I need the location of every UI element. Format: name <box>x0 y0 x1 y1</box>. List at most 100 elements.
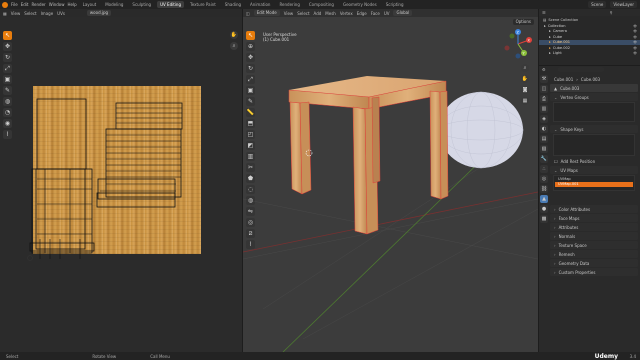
collapsed-panel[interactable]: › Remesh <box>550 250 638 258</box>
tool-tab-icon[interactable]: ⚒ <box>540 75 548 83</box>
menu-window[interactable]: Window <box>49 2 65 7</box>
object-tab-icon[interactable]: ▧ <box>540 145 548 153</box>
chevron-right-icon: › <box>554 251 556 257</box>
grid-floor <box>243 158 538 340</box>
uv-map-item[interactable]: UVMap.001 <box>555 182 633 187</box>
tab-sculpting[interactable]: Sculpting <box>129 1 154 8</box>
menu-edit[interactable]: Edit <box>21 2 29 7</box>
material-tab-icon[interactable]: ● <box>540 205 548 213</box>
particles-tab-icon[interactable]: ∴ <box>540 165 548 173</box>
tab-texture-paint[interactable]: Texture Paint <box>187 1 219 8</box>
outliner-item-label: Collection <box>547 23 566 28</box>
collapsed-panel-label: Attributes <box>558 224 579 230</box>
object-type-icon: ▸ <box>549 51 551 56</box>
status-bar: Select Rotate View Call Menu Udemy 3.4 <box>0 352 640 360</box>
collapsed-panel[interactable]: › Geometry Data <box>550 259 638 267</box>
uv-sphere[interactable] <box>438 91 524 169</box>
blender-logo[interactable] <box>2 1 8 8</box>
properties-search[interactable] <box>557 67 604 72</box>
collapsed-panel[interactable]: › Texture Space <box>550 241 638 249</box>
tab-layout[interactable]: Layout <box>80 1 100 8</box>
visibility-eye-icon[interactable]: 👁 <box>633 35 637 39</box>
mesh-data-field[interactable]: ▲ Cube.003 <box>550 84 638 92</box>
visibility-eye-icon[interactable]: 👁 <box>633 29 637 33</box>
uv-map-label: UVMap <box>558 177 571 181</box>
outliner-item[interactable]: ▸ Light 👁 <box>539 51 640 57</box>
render-tab-icon[interactable]: ◫ <box>540 85 548 93</box>
physics-tab-icon[interactable]: ◎ <box>540 175 548 183</box>
outliner-type-icon[interactable]: ☰ <box>542 10 546 15</box>
y-axis-line <box>282 148 494 352</box>
breadcrumb-sep: › <box>576 76 578 82</box>
visibility-eye-icon[interactable]: 👁 <box>633 46 637 50</box>
menu-help[interactable]: Help <box>67 2 76 7</box>
collapsed-panel[interactable]: › Color Attributes <box>550 205 638 213</box>
x-axis-line <box>243 191 538 253</box>
checkbox-icon[interactable]: ☐ <box>554 159 558 164</box>
tab-rendering[interactable]: Rendering <box>276 1 302 8</box>
outliner-item-label: Light <box>552 51 562 56</box>
uv-map-label: UVMap.001 <box>558 182 579 186</box>
modifier-tab-icon[interactable]: 🔧 <box>540 155 548 163</box>
tab-animation[interactable]: Animation <box>247 1 273 8</box>
outliner-filter-icon[interactable]: ⚲ <box>610 10 613 15</box>
data-tab-icon[interactable]: ▲ <box>540 195 548 203</box>
object-type-icon: ▸ <box>549 40 551 45</box>
tab-geometry-nodes[interactable]: Geometry Nodes <box>340 1 380 8</box>
add-rest-position-checkbox[interactable]: ☐ Add Rest Position <box>550 157 638 165</box>
tab-uv-editing[interactable]: UV Editing <box>157 1 184 8</box>
chevron-right-icon: › <box>554 215 556 221</box>
uv-maps-panel[interactable]: ⌄ UV Maps <box>550 166 638 174</box>
breadcrumb-object: Cube.001 <box>554 76 574 82</box>
view-layer-selector[interactable]: ViewLayer <box>610 1 637 8</box>
properties-type-icon[interactable]: ⚙ <box>542 67 546 72</box>
vertex-groups-list[interactable] <box>553 102 635 122</box>
output-tab-icon[interactable]: ⎙ <box>540 95 548 103</box>
tab-shading[interactable]: Shading <box>222 1 244 8</box>
properties-tabs: ⚒ ◫ ⎙ ▥ ◈ ◐ ▤ ▧ 🔧 ∴ ◎ ⛓ ▲ ● ▩ <box>540 75 549 225</box>
chevron-right-icon: › <box>554 260 556 266</box>
3d-viewport[interactable]: ◫ Edit Mode View Select Add Mesh Vertex … <box>243 9 538 352</box>
shape-keys-label: Shape Keys <box>560 126 584 132</box>
texture-tab-icon[interactable]: ▩ <box>540 215 548 223</box>
constraints-tab-icon[interactable]: ⛓ <box>540 185 548 193</box>
tab-modeling[interactable]: Modeling <box>102 1 126 8</box>
table-mesh[interactable] <box>288 76 449 235</box>
tab-compositing[interactable]: Compositing <box>306 1 337 8</box>
shape-keys-list[interactable] <box>553 134 635 156</box>
collapsed-panel[interactable]: › Face Maps <box>550 214 638 222</box>
chevron-down-icon: ⌄ <box>554 167 558 173</box>
vertex-groups-panel[interactable]: ⌄ Vertex Groups <box>550 93 638 101</box>
collection-icon: ▤ <box>543 17 547 22</box>
scene-selector[interactable]: Scene <box>588 1 607 8</box>
properties-editor[interactable]: ⚙ ⚒ ◫ ⎙ ▥ ◈ ◐ ▤ ▧ 🔧 ∴ ◎ ⛓ ▲ ● ▩ Cube.001… <box>539 66 640 352</box>
world-tab-icon[interactable]: ◐ <box>540 125 548 133</box>
tab-scripting[interactable]: Scripting <box>383 1 407 8</box>
collection-tab-icon[interactable]: ▤ <box>540 135 548 143</box>
outliner-item-label: Cube.002 <box>552 45 571 50</box>
collapsed-panel[interactable]: › Attributes <box>550 223 638 231</box>
menu-render[interactable]: Render <box>31 2 45 7</box>
status-select: Select <box>6 353 19 359</box>
collapsed-panel-label: Geometry Data <box>558 260 590 266</box>
scene-3d[interactable] <box>243 9 538 352</box>
collapsed-panels: › Color Attributes › Face Maps › Attributes › N… <box>550 205 638 276</box>
scene-tab-icon[interactable]: ◈ <box>540 115 548 123</box>
uv-editor[interactable]: ▦ View Select Image UVs wood.jpg ↖ ✥ ↻ ⤢… <box>0 9 242 352</box>
collapsed-panel[interactable]: › Normals <box>550 232 638 240</box>
menu-file[interactable]: File <box>11 2 18 7</box>
uv-islands[interactable] <box>0 9 242 352</box>
chevron-down-icon: ⌄ <box>554 126 558 132</box>
visibility-eye-icon[interactable]: 👁 <box>633 24 637 28</box>
view-layer-tab-icon[interactable]: ▥ <box>540 105 548 113</box>
outliner[interactable]: ☰ ⚲ ▤ Scene Collection ▸ Collection 👁 ▸ Came… <box>539 9 640 65</box>
visibility-eye-icon[interactable]: 👁 <box>633 40 637 44</box>
outliner-root[interactable]: ▤ Scene Collection <box>539 17 640 23</box>
object-type-icon: ▸ <box>549 45 551 50</box>
uv-maps-list[interactable]: UVMap UVMap.001 <box>553 175 635 191</box>
collapsed-panel[interactable]: › Custom Properties <box>550 268 638 276</box>
visibility-eye-icon[interactable]: 👁 <box>633 51 637 55</box>
breadcrumb: Cube.001 › Cube.003 <box>550 75 638 83</box>
shape-keys-panel[interactable]: ⌄ Shape Keys <box>550 125 638 133</box>
outliner-item-label: Cube <box>552 34 563 39</box>
